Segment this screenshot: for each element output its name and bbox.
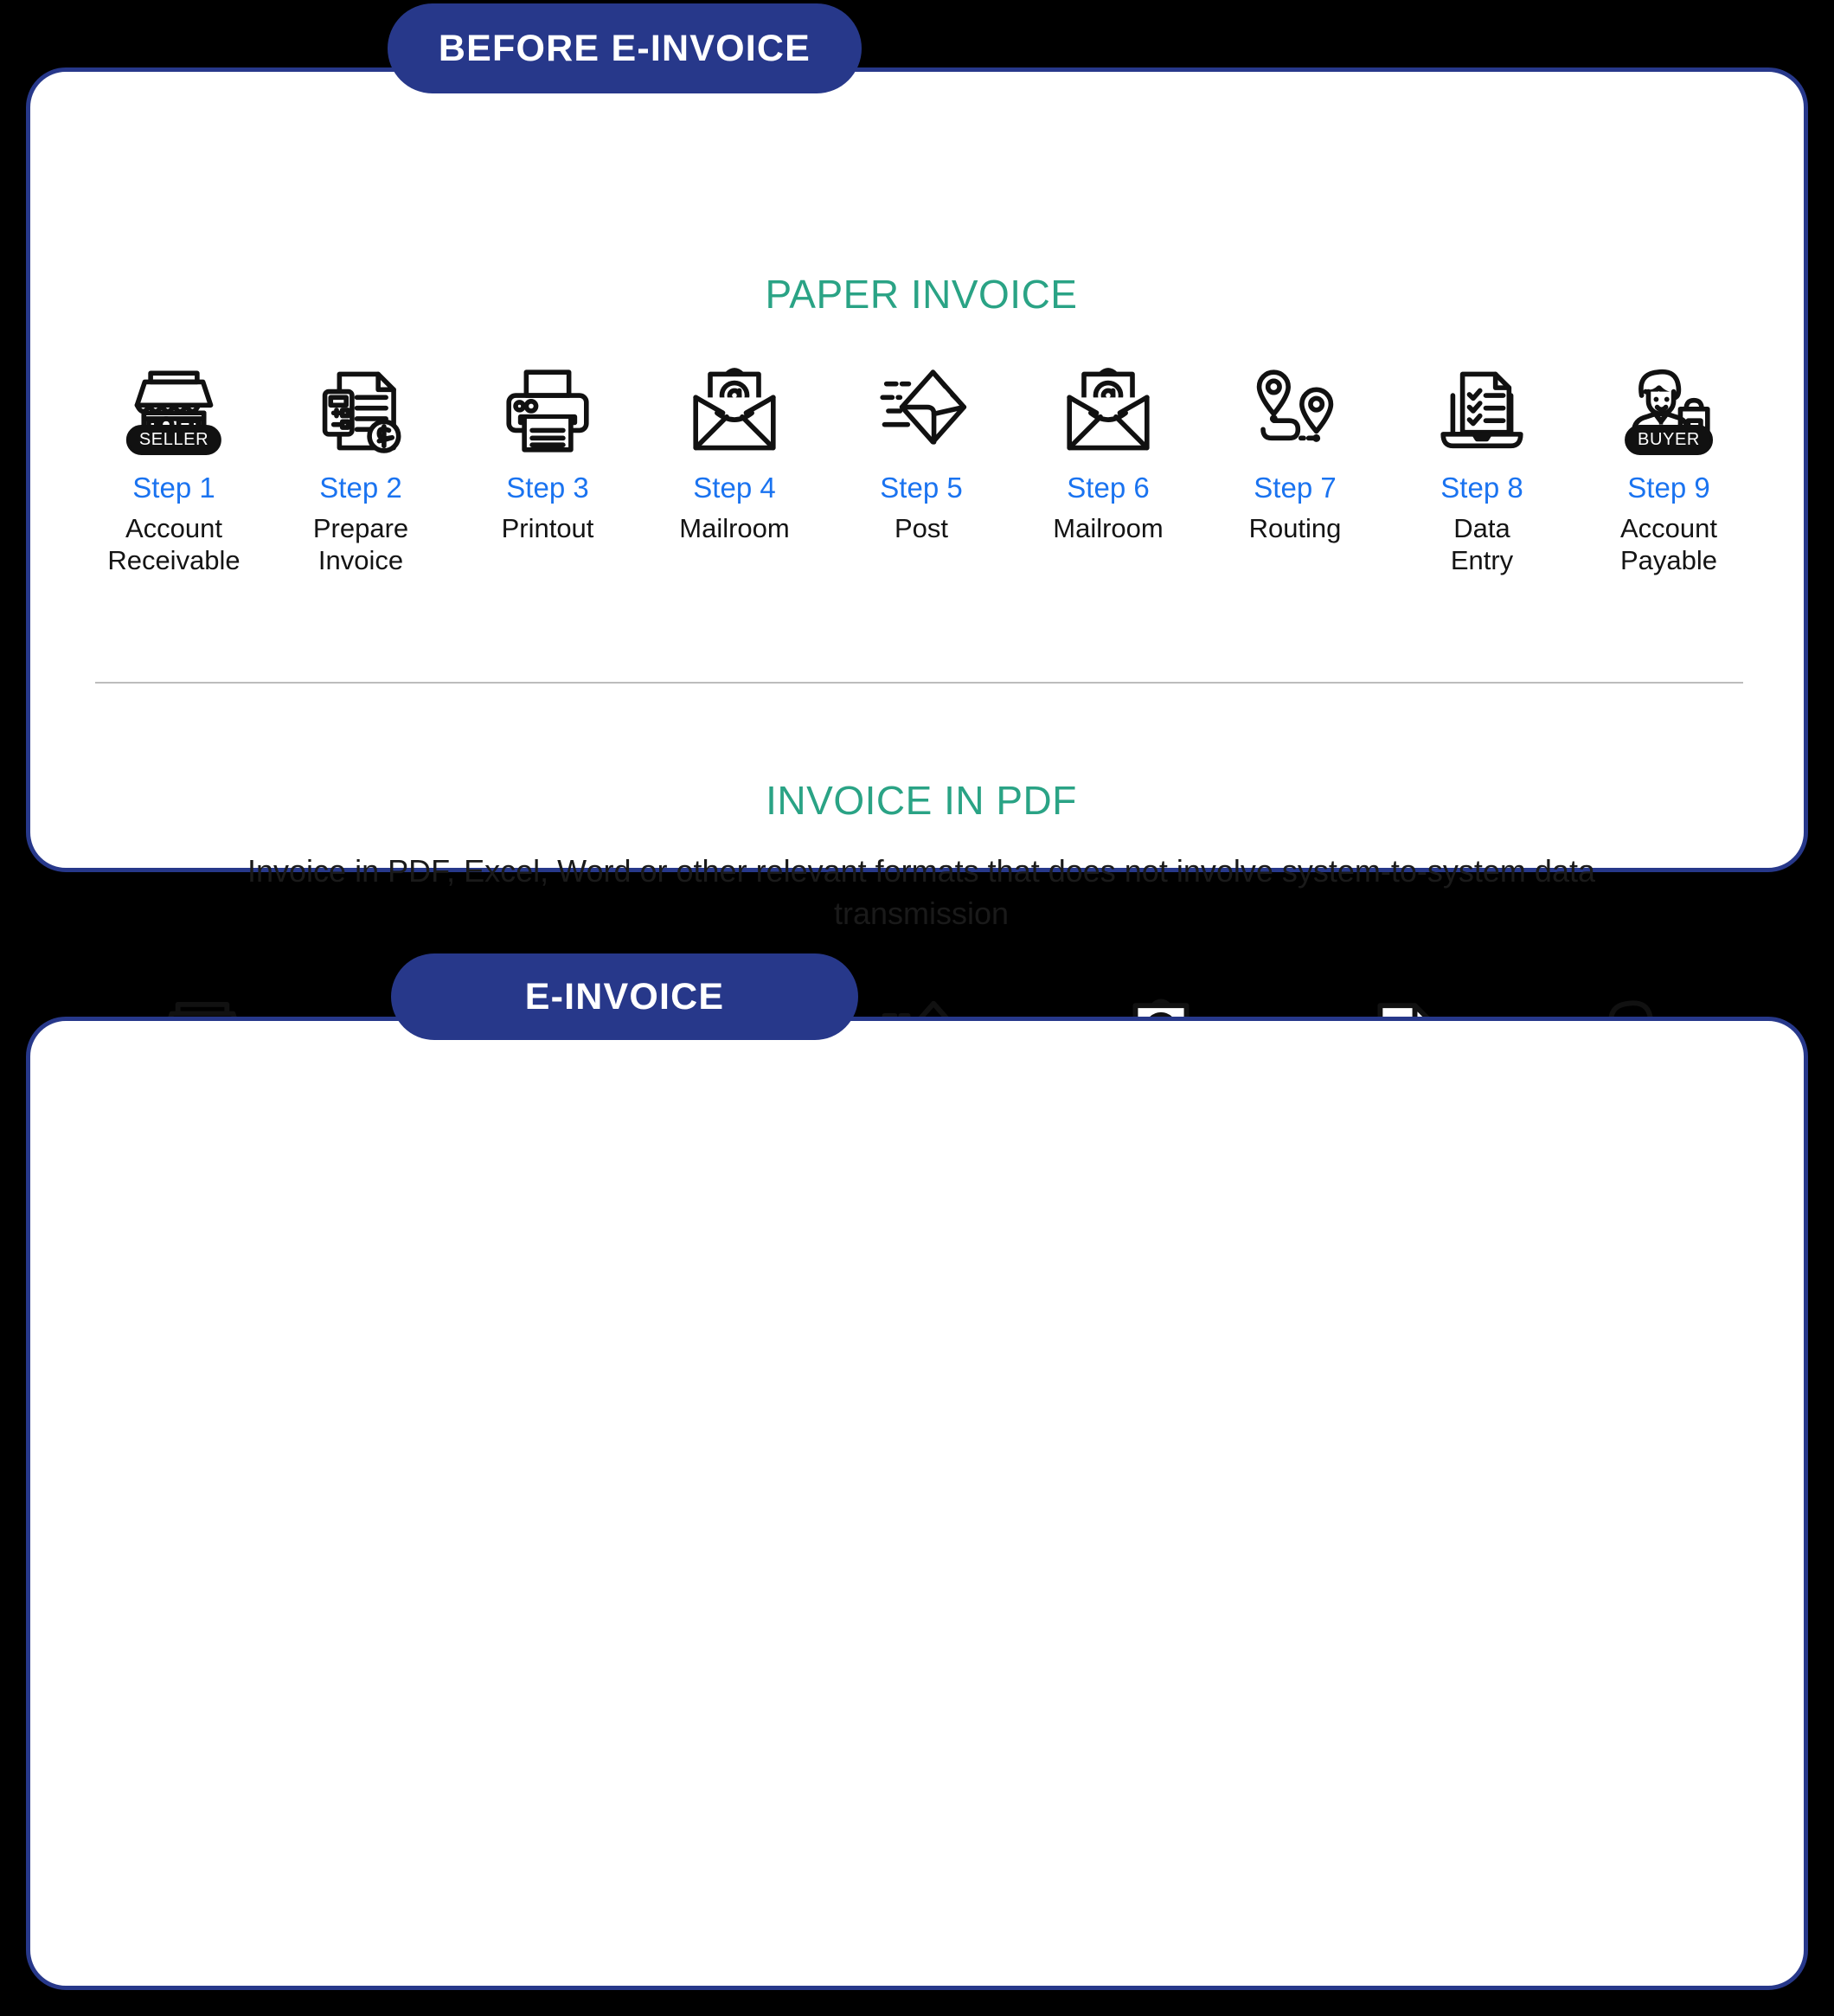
step-icon-wrap: [1433, 356, 1530, 459]
step-number: Step 6: [1067, 472, 1150, 504]
buyer-person-icon: BUYER: [1620, 363, 1717, 459]
step-label: Prepare Invoice: [312, 512, 409, 576]
flying-envelope-icon: [873, 363, 970, 459]
before-einvoice-title-pill: BEFORE E-INVOICE: [388, 3, 862, 93]
step-number: Step 2: [319, 472, 402, 504]
map-pins-route-icon: [1247, 363, 1343, 459]
open-envelope-at-icon: [686, 363, 783, 459]
step-icon-wrap: [499, 356, 596, 459]
buyer-badge: BUYER: [1625, 425, 1713, 455]
step-item: Step 8 Data Entry: [1388, 356, 1575, 576]
step-number: Step 7: [1254, 472, 1337, 504]
laptop-checklist-icon: [1433, 363, 1530, 459]
open-envelope-at-icon: [1060, 363, 1157, 459]
step-label: Mailroom: [1053, 512, 1164, 543]
step-icon-wrap: [1247, 356, 1343, 459]
step-icon-wrap: [873, 356, 970, 459]
step-number: Step 5: [880, 472, 963, 504]
invoice-in-pdf-subtitle: Invoice in PDF, Excel, Word or other rel…: [247, 853, 1595, 931]
step-number: Step 8: [1440, 472, 1523, 504]
step-icon-wrap: SELLER: [125, 356, 222, 459]
step-icon-wrap: [1060, 356, 1157, 459]
infographic-page: PAPER INVOICE SELLER Step 1 Account Receiv…: [0, 0, 1834, 2016]
step-label: Printout: [501, 512, 594, 543]
step-label: Post: [894, 512, 949, 543]
prepare-invoice-icon: [312, 363, 409, 459]
seller-badge: SELLER: [125, 425, 222, 455]
step-item: Step 5 Post: [828, 356, 1015, 544]
before-einvoice-card: PAPER INVOICE SELLER Step 1 Account Receiv…: [26, 67, 1808, 1243]
invoice-in-pdf-heading: INVOICE IN PDF: [766, 778, 1077, 823]
step-icon-wrap: [686, 356, 783, 459]
section-divider: [95, 682, 1743, 684]
step-number: Step 9: [1627, 472, 1710, 504]
paper-invoice-heading: PAPER INVOICE: [765, 272, 1078, 317]
step-number: Step 1: [132, 472, 215, 504]
step-label: Mailroom: [679, 512, 790, 543]
seller-store-icon: SELLER: [125, 363, 222, 459]
step-number: Step 4: [693, 472, 776, 504]
step-label: Data Entry: [1450, 512, 1514, 576]
step-item: Step 6 Mailroom: [1015, 356, 1202, 544]
step-label: Account Receivable: [107, 512, 240, 576]
step-label: Routing: [1248, 512, 1342, 543]
einvoice-title-pill: E-INVOICE: [391, 953, 858, 1040]
step-icon-wrap: [312, 356, 409, 459]
step-number: Step 3: [506, 472, 589, 504]
step-item: Step 7 Routing: [1202, 356, 1388, 544]
printer-icon: [499, 363, 596, 459]
step-icon-wrap: BUYER: [1620, 356, 1717, 459]
step-label: Account Payable: [1619, 512, 1718, 576]
step-item: Step 2 Prepare Invoice: [267, 356, 454, 576]
einvoice-card: SELLERStep 1Account Receivable Step 2Pre…: [26, 1017, 1808, 1990]
step-item: SELLER Step 1 Account Receivable: [80, 356, 267, 576]
step-item: BUYER Step 9 Account Payable: [1575, 356, 1762, 576]
step-item: Step 4 Mailroom: [641, 356, 828, 544]
paper-invoice-steps-row: SELLER Step 1 Account Receivable Step 2 Pre…: [78, 356, 1765, 576]
step-item: Step 3 Printout: [454, 356, 641, 544]
